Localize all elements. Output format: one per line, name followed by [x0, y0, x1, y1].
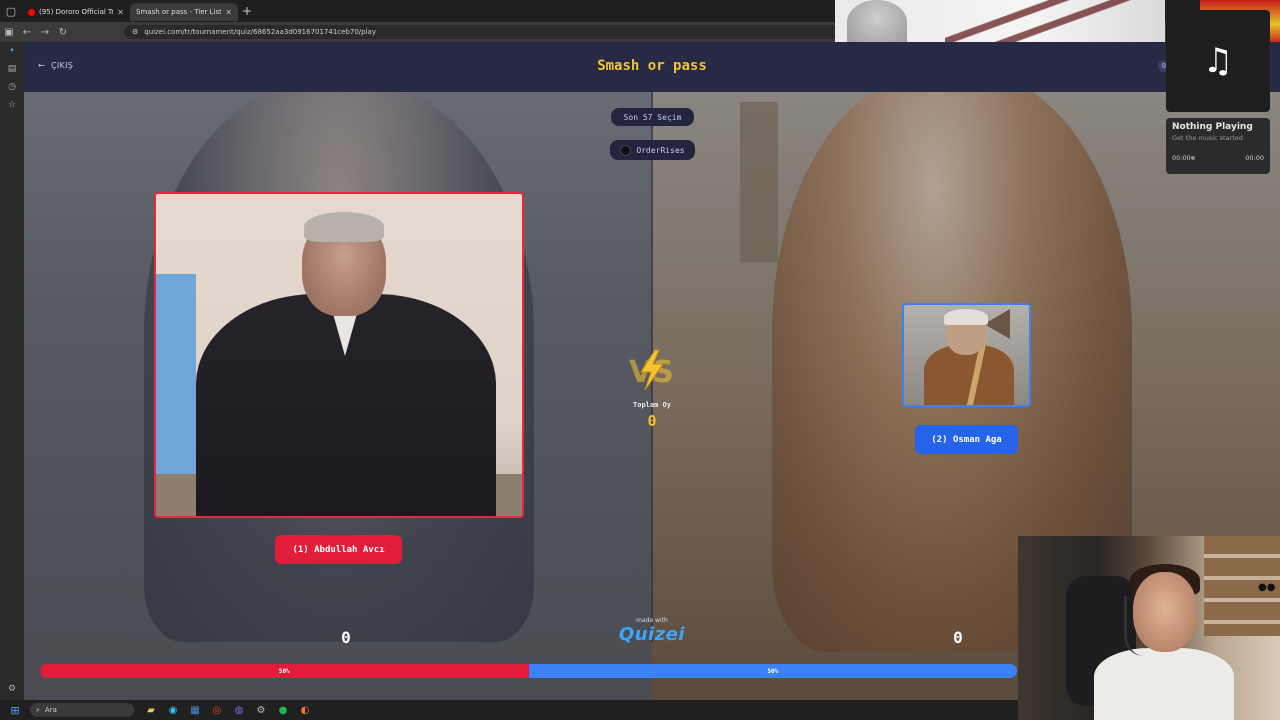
edge-icon[interactable]: ◉ — [162, 702, 184, 718]
history-icon[interactable]: ◷ — [0, 78, 24, 96]
quizei-logo[interactable]: Quizei — [602, 624, 702, 645]
spotify-icon[interactable]: ● — [272, 702, 294, 718]
vote-bar-left: 50% — [40, 664, 529, 678]
avatar — [620, 144, 632, 156]
vote-split-bar: 50% 50% — [40, 664, 1017, 678]
now-playing-title: Nothing Playing — [1172, 122, 1253, 132]
contestant-right-button[interactable]: (2) Osman Aga — [915, 425, 1018, 454]
discord-icon[interactable]: ◍ — [228, 702, 250, 718]
close-tab-icon[interactable]: ✕ — [117, 8, 124, 17]
vote-bar-right: 50% — [528, 664, 1017, 678]
youtube-icon — [28, 8, 35, 16]
creator-name: OrderRises — [636, 145, 685, 155]
search-icon: ⌕ — [36, 705, 40, 714]
time-start: 00:00 — [1172, 154, 1191, 162]
close-tab-icon[interactable]: ✕ — [225, 8, 232, 17]
chrome-icon[interactable]: ◎ — [206, 702, 228, 718]
webcam-feed: ●● — [1018, 536, 1280, 720]
script-logo — [945, 0, 1165, 44]
left-percent: 50% — [278, 667, 290, 675]
firefox-icon[interactable]: ◐ — [294, 702, 316, 718]
time-end: 00:00 — [1245, 154, 1264, 162]
tab-dororo-trailer[interactable]: (95) Dororo Official Trailer - You ✕ — [22, 3, 130, 21]
windows-start-icon[interactable]: ⊞ — [0, 704, 30, 717]
windows-taskbar: ⊞ ⌕ Ara ▰ ◉ ▦ ◎ ◍ ⚙ ● ◐ — [0, 700, 1018, 720]
favorites-icon[interactable]: ☆ — [0, 96, 24, 114]
forward-icon[interactable]: → — [36, 27, 54, 38]
contestant-right-label: (2) Osman Aga — [931, 434, 1002, 445]
taskbar-search[interactable]: ⌕ Ara — [30, 703, 134, 717]
back-icon[interactable]: ← — [18, 27, 36, 38]
emblem-logo — [847, 0, 907, 44]
sidebar-toggle-icon[interactable]: ▣ — [0, 27, 18, 38]
tab-title: Smash or pass - Tier List, Kör Sıralama — [136, 8, 222, 16]
settings-app-icon[interactable]: ⚙ — [250, 702, 272, 718]
browser-sidebar: • ▤ ◷ ☆ ⚙ — [0, 42, 24, 700]
search-placeholder: Ara — [44, 706, 57, 714]
tab-smash-or-pass[interactable]: Smash or pass - Tier List, Kör Sıralama … — [130, 3, 238, 21]
file-explorer-icon[interactable]: ▰ — [140, 702, 162, 718]
tab-title: (95) Dororo Official Trailer - You — [39, 8, 114, 16]
new-tab-button[interactable]: + — [238, 4, 256, 18]
total-votes-value: 0 — [647, 412, 657, 430]
reading-list-icon[interactable]: ▤ — [0, 60, 24, 78]
contestant-left-button[interactable]: (1) Abdullah Avcı — [275, 535, 402, 564]
now-playing-subtitle: Get the music started — [1172, 134, 1243, 142]
made-with-label: made with — [636, 617, 668, 624]
left-vote-count: 0 — [341, 628, 351, 647]
music-widget: ♫ Nothing Playing Get the music started … — [1166, 10, 1270, 176]
stream-overlay-banner — [835, 0, 1165, 44]
right-percent: 50% — [767, 667, 779, 675]
selections-label: Son 57 Seçim — [623, 112, 682, 122]
reload-icon[interactable]: ↻ — [54, 27, 72, 38]
sidebar-active-icon[interactable]: • — [0, 42, 24, 60]
creator-badge[interactable]: OrderRises — [610, 140, 695, 160]
music-note-icon[interactable]: ♫ — [1166, 10, 1270, 112]
music-progress: 00:00 00:00 — [1172, 154, 1264, 162]
quiz-header: ← ÇIKIŞ Smash or pass ⚙ — [24, 42, 1280, 92]
contestant-right-image[interactable] — [902, 303, 1031, 407]
contestant-left-label: (1) Abdullah Avcı — [292, 544, 385, 555]
recent-selections-badge[interactable]: Son 57 Seçim — [611, 108, 694, 126]
progress-knob[interactable] — [1190, 156, 1195, 160]
vs-lightning-icon: VS — [629, 349, 674, 391]
total-votes-label: Toplam Oy — [633, 401, 671, 409]
contestant-left-image[interactable] — [154, 192, 524, 518]
store-icon[interactable]: ▦ — [184, 702, 206, 718]
right-vote-count: 0 — [953, 628, 963, 647]
now-playing-panel: Nothing Playing Get the music started 00… — [1166, 118, 1270, 174]
site-info-icon[interactable]: ⚙ — [132, 28, 138, 36]
settings-icon[interactable]: ⚙ — [0, 684, 24, 694]
url-text: quizei.com/tr/tournament/quiz/68652aa3d0… — [144, 28, 376, 36]
page-title: Smash or pass — [597, 58, 707, 74]
screen: ▢ (95) Dororo Official Trailer - You ✕ S… — [0, 0, 1280, 720]
workspaces-icon[interactable]: ▢ — [0, 0, 22, 22]
